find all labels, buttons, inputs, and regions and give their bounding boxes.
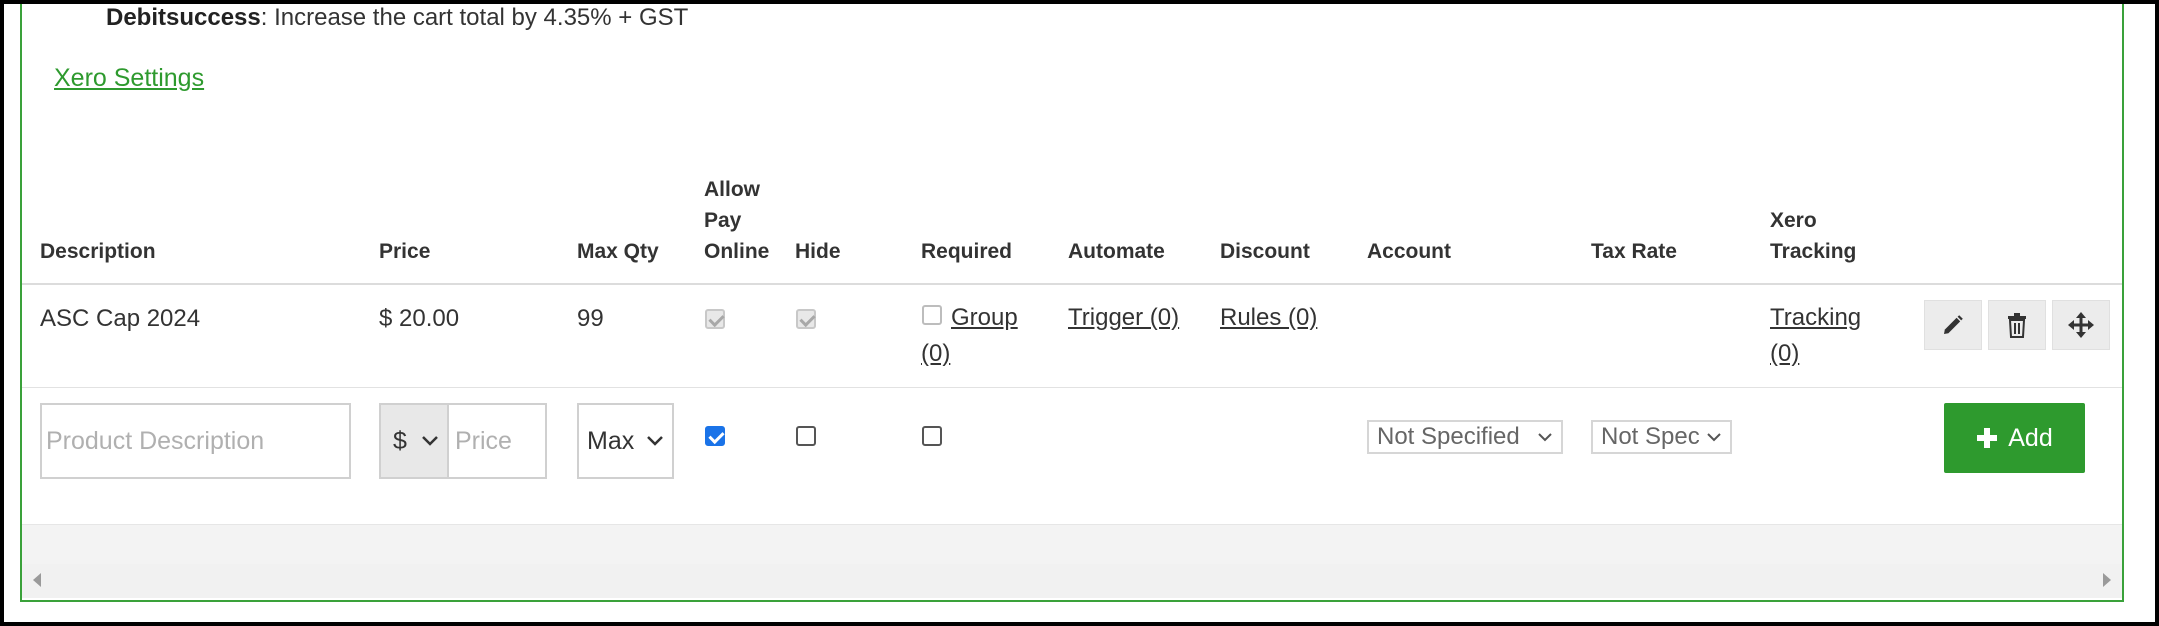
rules-link[interactable]: Rules (0)	[1220, 300, 1317, 336]
add-label: Add	[2008, 423, 2053, 452]
move-button[interactable]	[2052, 300, 2110, 350]
group-link[interactable]: Group	[951, 300, 1018, 336]
scroll-left-icon[interactable]	[32, 572, 42, 588]
chevron-down-icon	[422, 436, 438, 446]
col-allow-pay-online: Allow Pay Online	[704, 174, 769, 267]
col-hide: Hide	[795, 240, 841, 263]
col-max-qty: Max Qty	[577, 240, 659, 263]
row-description: ASC Cap 2024	[40, 305, 201, 332]
new-hide-checkbox[interactable]	[796, 426, 816, 446]
row-required-checkbox[interactable]	[922, 305, 942, 325]
col-allow-line2: Pay	[704, 209, 742, 232]
group-count-link[interactable]: (0)	[921, 336, 950, 372]
price-placeholder: Price	[455, 426, 512, 455]
price-input[interactable]: Price	[447, 403, 547, 479]
new-required-checkbox[interactable]	[922, 426, 942, 446]
edit-button[interactable]	[1924, 300, 1982, 350]
col-allow-line3: Online	[704, 240, 770, 263]
col-required: Required	[921, 240, 1013, 263]
col-discount: Discount	[1220, 240, 1310, 263]
row-hide-checkbox	[796, 309, 816, 329]
xero-settings-link[interactable]: Xero Settings	[54, 64, 204, 93]
chevron-down-icon	[647, 436, 663, 446]
plus-icon	[1977, 428, 1998, 448]
col-xero-line2: Tracking	[1770, 240, 1857, 263]
notice-provider: Debitsuccess	[106, 4, 261, 31]
col-price: Price	[379, 240, 431, 263]
tracking-count-link[interactable]: (0)	[1770, 336, 1799, 372]
currency-select[interactable]: $	[379, 403, 449, 479]
max-qty-value: Max	[587, 426, 635, 455]
max-qty-select[interactable]: Max	[577, 403, 674, 479]
tax-rate-select[interactable]: Not Spec	[1591, 420, 1732, 454]
col-allow-line1: Allow	[704, 178, 760, 201]
tax-rate-value: Not Spec	[1601, 423, 1700, 450]
pencil-icon	[1944, 315, 1963, 334]
chevron-down-icon	[1707, 433, 1721, 442]
row-allow-pay-online-checkbox	[705, 309, 725, 329]
header-divider	[22, 283, 2122, 285]
col-account: Account	[1367, 240, 1451, 263]
row-max-qty: 99	[577, 305, 604, 332]
add-button[interactable]: Add	[1944, 403, 2085, 473]
surcharge-notice: Debitsuccess: Increase the cart total by…	[106, 4, 688, 32]
account-select[interactable]: Not Specified	[1367, 420, 1563, 454]
window-frame: Debitsuccess: Increase the cart total by…	[0, 0, 2159, 626]
row-price: $ 20.00	[379, 305, 460, 332]
trash-icon	[2008, 313, 2026, 338]
trigger-link[interactable]: Trigger (0)	[1068, 300, 1179, 336]
delete-button[interactable]	[1988, 300, 2046, 350]
notice-text: : Increase the cart total by 4.35% + GST	[260, 4, 689, 31]
horizontal-scrollbar[interactable]	[22, 564, 2122, 598]
currency-value: $	[393, 426, 407, 455]
col-xero-line1: Xero	[1770, 209, 1817, 232]
account-value: Not Specified	[1377, 423, 1520, 450]
col-tax-rate: Tax Rate	[1591, 240, 1677, 263]
products-panel: Debitsuccess: Increase the cart total by…	[20, 4, 2124, 602]
tracking-link[interactable]: Tracking	[1770, 300, 1861, 336]
col-xero-tracking: Xero Tracking	[1770, 205, 1856, 267]
move-icon	[2068, 312, 2094, 338]
chevron-down-icon	[1538, 433, 1552, 442]
scroll-right-icon[interactable]	[2102, 572, 2112, 588]
col-automate: Automate	[1068, 240, 1165, 263]
table-footer	[22, 524, 2122, 565]
col-description: Description	[40, 240, 156, 263]
row-divider	[22, 387, 2122, 388]
product-description-input[interactable]: Product Description	[40, 403, 351, 479]
product-description-placeholder: Product Description	[46, 426, 265, 455]
new-allow-pay-online-checkbox[interactable]	[705, 426, 725, 446]
